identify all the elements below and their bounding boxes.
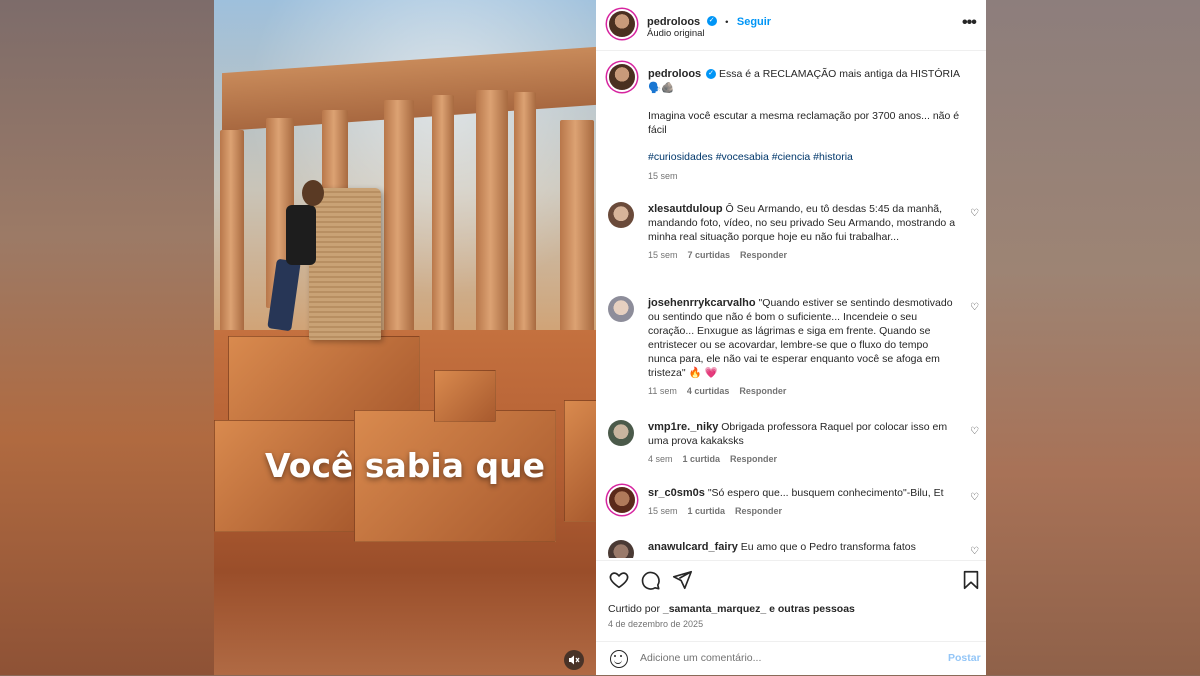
temple-column	[432, 95, 454, 345]
person-body	[286, 205, 316, 265]
avatar[interactable]	[608, 540, 634, 558]
video-caption: Você sabia que	[265, 446, 545, 485]
temple-column	[220, 130, 244, 340]
comment-box: Adicione um comentário... Postar	[596, 641, 986, 676]
comment-time: 4 sem	[648, 454, 673, 464]
audio-label[interactable]: Áudio original	[647, 28, 705, 39]
comment-input[interactable]: Adicione um comentário...	[640, 652, 761, 664]
reel-video[interactable]: Você sabia que	[214, 0, 596, 675]
reply-button[interactable]: Responder	[740, 250, 787, 260]
emoji-icon[interactable]	[610, 650, 628, 668]
comment-username[interactable]: xlesautduloup	[648, 203, 723, 215]
post-panel: pedroloos ✓ • Seguir Áudio original ••• …	[596, 0, 986, 675]
comment-likes[interactable]: 7 curtidas	[688, 250, 731, 260]
avatar[interactable]	[609, 487, 635, 513]
heart-icon[interactable]: ♡	[970, 546, 979, 557]
avatar[interactable]	[609, 64, 635, 90]
comment-time: 15 sem	[648, 250, 678, 260]
liked-by-prefix: Curtido por	[608, 603, 660, 615]
avatar[interactable]	[609, 11, 635, 37]
heart-icon[interactable]: ♡	[970, 426, 979, 437]
verified-badge-icon: ✓	[706, 69, 717, 80]
more-horizontal-icon[interactable]: •••	[962, 14, 977, 32]
heart-icon[interactable]: ♡	[970, 302, 979, 313]
post-actions: Curtido por _samanta_marquez_ e outras p…	[596, 560, 986, 641]
caption-hashtags[interactable]: #curiosidades #vocesabia #ciencia #histo…	[648, 151, 968, 163]
liked-by-suffix[interactable]: e outras pessoas	[769, 603, 855, 615]
reply-button[interactable]: Responder	[735, 506, 782, 516]
post-date: 4 de dezembro de 2025	[608, 619, 704, 629]
ruin-block	[434, 370, 496, 422]
bookmark-icon[interactable]	[960, 569, 982, 591]
header-separator: •	[725, 17, 729, 28]
heart-icon[interactable]: ♡	[970, 208, 979, 219]
comment-likes[interactable]: 1 curtida	[688, 506, 726, 516]
comment-time: 11 sem	[648, 386, 677, 396]
liked-by-user[interactable]: _samanta_marquez_	[663, 603, 766, 615]
person-head	[302, 180, 324, 206]
right-blurred-background	[986, 0, 1200, 675]
comment-text: Eu amo que o Pedro transforma fatos	[740, 541, 916, 553]
caption-username[interactable]: pedroloos	[648, 68, 701, 80]
caption-body-text: Imagina você escutar a mesma reclamação …	[648, 110, 960, 136]
speaker-muted-icon[interactable]	[564, 650, 584, 670]
comment-icon[interactable]	[639, 569, 661, 591]
follow-button[interactable]: Seguir	[737, 16, 771, 28]
comment-text: "Só espero que... busquem conhecimento"-…	[707, 487, 944, 499]
comment-time: 15 sem	[648, 506, 678, 516]
post-header: pedroloos ✓ • Seguir Áudio original •••	[596, 0, 986, 51]
left-blurred-background	[0, 0, 214, 675]
comment-username[interactable]: anawulcard_fairy	[648, 541, 738, 553]
liked-by: Curtido por _samanta_marquez_ e outras p…	[608, 603, 855, 615]
caption-title: Essa é a RECLAMAÇÃO mais antiga da HISTÓ…	[719, 68, 961, 80]
caption-time: 15 sem	[648, 171, 678, 181]
temple-column	[322, 110, 348, 190]
temple-column	[384, 100, 414, 340]
comment-username[interactable]: josehenrrykcarvalho	[648, 297, 756, 309]
temple-column	[514, 92, 536, 362]
avatar[interactable]	[608, 420, 634, 446]
send-icon[interactable]	[671, 569, 693, 591]
comment-likes[interactable]: 4 curtidas	[687, 386, 730, 396]
avatar[interactable]	[608, 296, 634, 322]
stone-tablet	[309, 188, 381, 340]
avatar[interactable]	[608, 202, 634, 228]
heart-icon[interactable]	[608, 569, 630, 591]
verified-badge-icon: ✓	[706, 15, 717, 26]
reply-button[interactable]: Responder	[739, 386, 786, 396]
comment-likes[interactable]: 1 curtida	[683, 454, 721, 464]
caption-body: pedroloos ✓ Essa é a RECLAMAÇÃO mais ant…	[648, 67, 968, 181]
comments-list: xlesautduloup Ô Seu Armando, eu tô desda…	[596, 200, 986, 558]
caption-emojis: 🗣️🪨	[648, 82, 675, 94]
post-button[interactable]: Postar	[948, 652, 981, 664]
header-username[interactable]: pedroloos	[647, 16, 700, 28]
temple-column	[476, 90, 508, 370]
heart-icon[interactable]: ♡	[970, 492, 979, 503]
comment-username[interactable]: vmp1re._niky	[648, 421, 718, 433]
comment-username[interactable]: sr_c0sm0s	[648, 487, 705, 499]
reply-button[interactable]: Responder	[730, 454, 777, 464]
comment-text: "Quando estiver se sentindo desmotivado …	[648, 297, 953, 379]
